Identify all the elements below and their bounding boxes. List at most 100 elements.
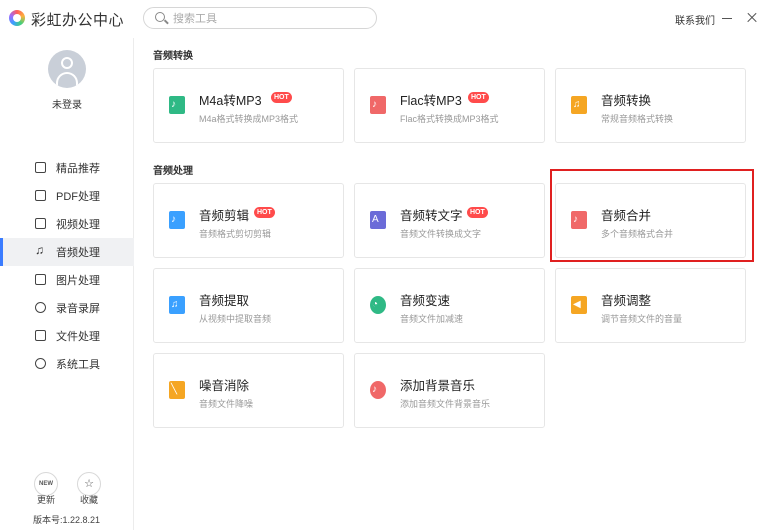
card-title: 噪音消除 xyxy=(199,379,250,393)
card-title: 音频变速 xyxy=(400,294,451,308)
contact-us-link[interactable]: 联系我们 xyxy=(675,12,715,27)
volume-icon: ◀ xyxy=(571,296,587,314)
section-title-audio-process: 音频处理 xyxy=(153,166,193,177)
card-desc: Flac格式转换成MP3格式 xyxy=(400,114,499,124)
card-title: 音频调整 xyxy=(601,294,652,308)
tool-card-audio-merge[interactable]: ♪ 音频合并 多个音频格式合并 xyxy=(555,183,746,258)
flac-mp3-icon: ♪ xyxy=(370,96,386,114)
bg-music-glyph: ♪ xyxy=(372,384,377,395)
card-title: 添加背景音乐 xyxy=(400,379,476,393)
card-desc: 音频文件加减速 xyxy=(400,314,464,324)
monitor-icon xyxy=(35,358,46,369)
sidebar-item-label: 精品推荐 xyxy=(56,163,100,175)
sidebar-item-label: 文件处理 xyxy=(56,331,100,343)
audio-speed-icon: ◔ xyxy=(370,296,386,314)
main-content: 音频转换 ♪ M4a转MP3 HOT M4a格式转换成MP3格式 ♪ Flac转… xyxy=(134,38,770,530)
video-icon xyxy=(35,218,46,229)
search-input[interactable] xyxy=(173,11,363,26)
tool-card-audio-to-text[interactable]: A 音频转文字 HOT 音频文件转换成文字 xyxy=(354,183,545,258)
star-icon: ☆ xyxy=(84,478,94,490)
card-desc: 从视频中提取音频 xyxy=(199,314,272,324)
sidebar: 未登录 精品推荐 PDF处理 视频处理 ♫ 音频处理 图片处理 录音录屏 文件处… xyxy=(0,38,134,530)
card-desc: M4a格式转换成MP3格式 xyxy=(199,114,299,124)
avatar[interactable] xyxy=(48,50,86,88)
tool-card-m4a-to-mp3[interactable]: ♪ M4a转MP3 HOT M4a格式转换成MP3格式 xyxy=(153,68,344,143)
audio-to-text-icon: A xyxy=(370,211,386,229)
image-icon xyxy=(35,274,46,285)
tool-card-volume-adjust[interactable]: ◀ 音频调整 调节音频文件的音量 xyxy=(555,268,746,343)
sidebar-item-system[interactable]: 系统工具 xyxy=(0,350,134,378)
tool-card-audio-extract[interactable]: ♫ 音频提取 从视频中提取音频 xyxy=(153,268,344,343)
tool-card-audio-speed[interactable]: ◔ 音频变速 音频文件加减速 xyxy=(354,268,545,343)
audio-convert-icon: ♫ xyxy=(571,96,587,114)
sidebar-nav: 精品推荐 PDF处理 视频处理 ♫ 音频处理 图片处理 录音录屏 文件处理 系统… xyxy=(0,154,134,378)
hot-badge: HOT xyxy=(271,92,292,103)
sidebar-item-pdf[interactable]: PDF处理 xyxy=(0,182,134,210)
sidebar-item-featured[interactable]: 精品推荐 xyxy=(0,154,134,182)
sidebar-item-video[interactable]: 视频处理 xyxy=(0,210,134,238)
sidebar-item-label: 录音录屏 xyxy=(56,303,100,315)
hot-badge: HOT xyxy=(467,207,488,218)
version-text: 版本号:1.22.8.21 xyxy=(33,515,101,525)
card-title: 音频转换 xyxy=(601,94,652,108)
app-title: 彩虹办公中心 xyxy=(31,12,125,29)
card-title: 音频转文字 xyxy=(400,209,463,223)
sidebar-item-image[interactable]: 图片处理 xyxy=(0,266,134,294)
search-box[interactable] xyxy=(143,7,377,29)
update-label: 更新 xyxy=(37,495,56,505)
audio-merge-glyph: ♪ xyxy=(573,214,578,225)
noise-off-icon: ╲ xyxy=(169,381,185,399)
login-status[interactable]: 未登录 xyxy=(0,96,134,111)
audio-extract-glyph: ♫ xyxy=(171,299,179,310)
audio-merge-icon: ♪ xyxy=(571,211,587,229)
sidebar-item-file[interactable]: 文件处理 xyxy=(0,322,134,350)
card-desc: 音频文件降噪 xyxy=(199,399,254,409)
sidebar-item-label: 视频处理 xyxy=(56,219,100,231)
card-title: Flac转MP3 xyxy=(400,94,462,108)
sidebar-item-record[interactable]: 录音录屏 xyxy=(0,294,134,322)
audio-to-text-glyph: A xyxy=(372,214,379,225)
card-title: 音频合并 xyxy=(601,209,652,223)
tool-card-bg-music[interactable]: ♪ 添加背景音乐 添加音频文件背景音乐 xyxy=(354,353,545,428)
flac-mp3-glyph: ♪ xyxy=(372,99,377,110)
record-icon xyxy=(35,302,46,313)
audio-cut-glyph: ♪ xyxy=(171,214,176,225)
rainbow-logo-icon xyxy=(9,10,25,26)
sidebar-item-label: 系统工具 xyxy=(56,359,100,371)
card-title: 音频提取 xyxy=(199,294,250,308)
sidebar-item-audio[interactable]: ♫ 音频处理 xyxy=(0,238,134,266)
hot-badge: HOT xyxy=(468,92,489,103)
sidebar-item-label: 音频处理 xyxy=(56,247,100,259)
card-desc: 音频文件转换成文字 xyxy=(400,229,482,239)
sidebar-item-label: 图片处理 xyxy=(56,275,100,287)
card-desc: 常规音频格式转换 xyxy=(601,114,674,124)
user-icon xyxy=(61,57,73,69)
card-desc: 音频格式剪切剪辑 xyxy=(199,229,272,239)
thumbs-up-icon xyxy=(35,162,46,173)
pdf-icon xyxy=(35,190,46,201)
folder-icon xyxy=(35,330,46,341)
hot-badge: HOT xyxy=(254,207,275,218)
audio-convert-glyph: ♫ xyxy=(573,99,581,110)
favorite-label: 收藏 xyxy=(80,495,99,505)
card-desc: 多个音频格式合并 xyxy=(601,229,674,239)
m4a-mp3-glyph: ♪ xyxy=(171,99,176,110)
audio-speed-glyph: ◔ xyxy=(372,299,379,310)
music-icon: ♫ xyxy=(35,243,44,257)
sidebar-item-label: PDF处理 xyxy=(56,191,100,203)
user-icon-body xyxy=(56,72,78,88)
minimize-icon[interactable] xyxy=(722,18,732,19)
tool-card-noise-removal[interactable]: ╲ 噪音消除 音频文件降噪 xyxy=(153,353,344,428)
close-icon[interactable] xyxy=(745,11,759,25)
noise-off-glyph: ╲ xyxy=(171,384,178,395)
tool-card-audio-cut[interactable]: ♪ 音频剪辑 HOT 音频格式剪切剪辑 xyxy=(153,183,344,258)
m4a-mp3-icon: ♪ xyxy=(169,96,185,114)
volume-glyph: ◀ xyxy=(573,299,581,310)
update-icon: NEW xyxy=(39,481,53,487)
app-window: 彩虹办公中心 联系我们 未登录 精品推荐 PDF处理 视频处理 xyxy=(0,0,770,530)
tool-card-audio-convert[interactable]: ♫ 音频转换 常规音频格式转换 xyxy=(555,68,746,143)
card-title: M4a转MP3 xyxy=(199,94,262,108)
tool-card-flac-to-mp3[interactable]: ♪ Flac转MP3 HOT Flac格式转换成MP3格式 xyxy=(354,68,545,143)
audio-cut-icon: ♪ xyxy=(169,211,185,229)
card-desc: 添加音频文件背景音乐 xyxy=(400,399,491,409)
